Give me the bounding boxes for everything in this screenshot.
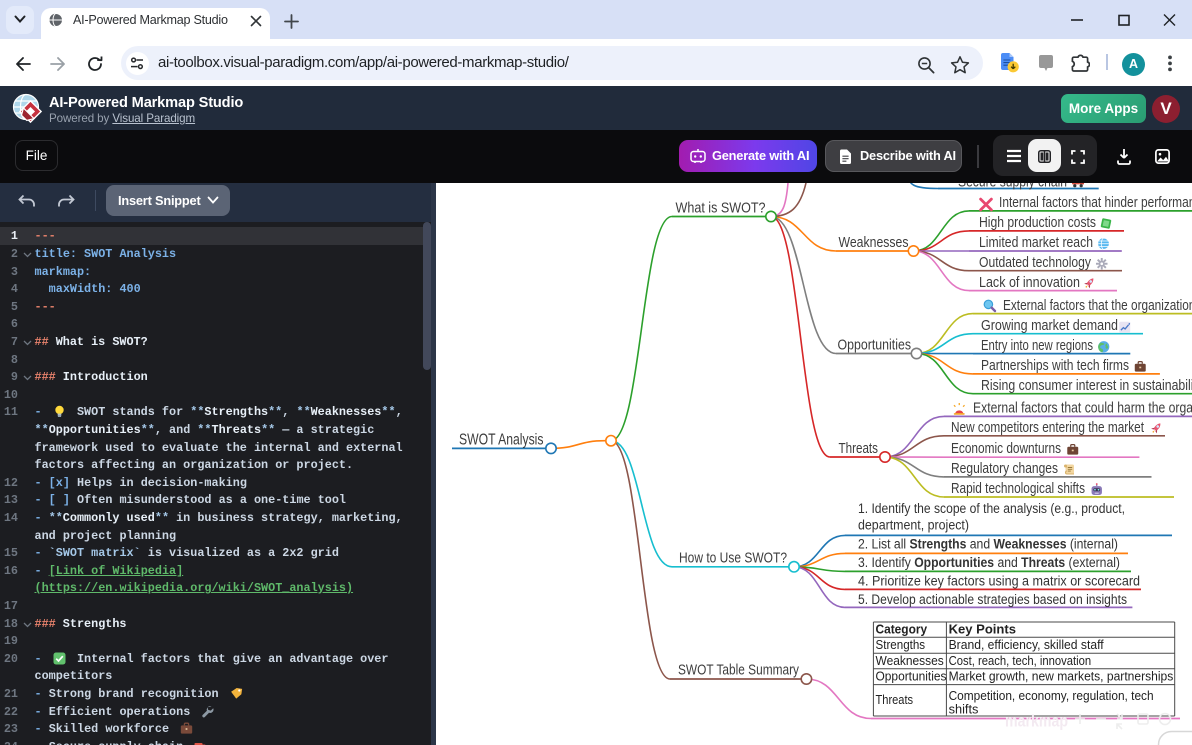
svg-text:What is SWOT?: What is SWOT? xyxy=(676,200,766,217)
svg-text:Partnerships with tech firms: Partnerships with tech firms xyxy=(981,358,1129,374)
svg-text:SWOT Table Summary: SWOT Table Summary xyxy=(678,662,799,679)
svg-text:Opportunities: Opportunities xyxy=(876,669,947,684)
svg-text:5. Develop actionable strategi: 5. Develop actionable strategies based o… xyxy=(858,592,1127,608)
svg-text:Outdated technology: Outdated technology xyxy=(979,255,1091,271)
svg-text:shifts: shifts xyxy=(949,702,979,717)
svg-text:Strengths: Strengths xyxy=(876,637,926,652)
svg-text:High production costs: High production costs xyxy=(979,215,1096,231)
svg-text:department, project): department, project) xyxy=(858,518,969,534)
svg-text:New competitors entering the m: New competitors entering the market xyxy=(951,420,1144,436)
svg-text:Market growth, new markets, pa: Market growth, new markets, partnerships xyxy=(949,669,1174,684)
svg-text:Regulatory changes: Regulatory changes xyxy=(951,461,1058,477)
svg-text:Limited market reach: Limited market reach xyxy=(979,235,1093,251)
svg-text:Rapid technological shifts: Rapid technological shifts xyxy=(951,481,1085,497)
svg-text:SWOT Analysis: SWOT Analysis xyxy=(459,432,544,449)
svg-text:3. Identify Opportunities and: 3. Identify Opportunities and Threats (e… xyxy=(858,555,1120,571)
svg-text:Brand, efficiency, skilled sta: Brand, efficiency, skilled staff xyxy=(949,637,1104,652)
svg-text:Cost, reach, tech, innovation: Cost, reach, tech, innovation xyxy=(949,653,1092,668)
svg-text:Secure supply chain: Secure supply chain xyxy=(958,183,1067,191)
svg-text:Rising consumer interest in su: Rising consumer interest in sustainabili… xyxy=(981,378,1192,394)
svg-text:Internal factors that hinder p: Internal factors that hinder performance xyxy=(999,195,1192,211)
svg-text:Weaknesses: Weaknesses xyxy=(876,653,945,668)
svg-text:External factors that the orga: External factors that the organization c… xyxy=(1003,298,1192,314)
svg-text:Threats: Threats xyxy=(839,440,879,457)
svg-text:Growing market demand: Growing market demand xyxy=(981,318,1118,334)
svg-text:Opportunities: Opportunities xyxy=(838,337,912,354)
svg-text:Lack of innovation: Lack of innovation xyxy=(979,275,1080,291)
svg-text:1. Identify the scope of the a: 1. Identify the scope of the analysis (e… xyxy=(858,501,1125,517)
svg-text:How to Use SWOT?: How to Use SWOT? xyxy=(679,550,787,567)
svg-text:markmap: markmap xyxy=(1005,713,1068,731)
svg-text:Economic downturns: Economic downturns xyxy=(951,441,1061,457)
svg-text:Competition, economy, regulati: Competition, economy, regulation, tech xyxy=(949,688,1154,703)
svg-text:4. Prioritize key factors usin: 4. Prioritize key factors using a matrix… xyxy=(858,574,1140,590)
svg-text:2. List all Strengths and Weak: 2. List all Strengths and Weaknesses (in… xyxy=(858,537,1118,553)
svg-text:Threats: Threats xyxy=(876,692,914,707)
svg-text:Category: Category xyxy=(876,622,928,637)
svg-text:Entry into new regions: Entry into new regions xyxy=(981,338,1093,354)
svg-text:Weaknesses: Weaknesses xyxy=(839,234,909,251)
svg-text:External factors that could ha: External factors that could harm the org… xyxy=(973,401,1192,417)
svg-text:Key Points: Key Points xyxy=(949,622,1016,637)
